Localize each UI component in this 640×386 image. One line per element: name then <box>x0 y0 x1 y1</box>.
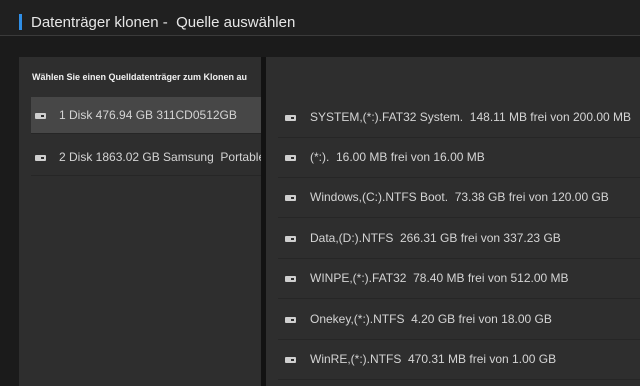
partition-item[interactable]: SYSTEM,(*:).FAT32 System. 148.11 MB frei… <box>278 98 640 138</box>
partition-label: Data,(D:).NTFS 266.31 GB frei von 337.23… <box>310 231 561 245</box>
partition-item[interactable]: Windows,(C:).NTFS Boot. 73.38 GB frei vo… <box>278 178 640 218</box>
drive-icon <box>285 195 296 201</box>
clone-disk-window: Datenträger klonen - Quelle auswählen Wä… <box>0 0 640 386</box>
source-disk-panel: Wählen Sie einen Quelldatenträger zum Kl… <box>19 57 261 386</box>
partition-label: Windows,(C:).NTFS Boot. 73.38 GB frei vo… <box>310 190 609 204</box>
drive-icon <box>285 276 296 282</box>
title-bar: Datenträger klonen - Quelle auswählen <box>0 0 640 36</box>
disk-item-2[interactable]: 2 Disk 1863.02 GB Samsung Portable <box>31 139 261 176</box>
disk-item-label: 2 Disk 1863.02 GB Samsung Portable <box>59 150 261 164</box>
partition-label: WINPE,(*:).FAT32 78.40 MB frei von 512.0… <box>310 271 569 285</box>
partition-item[interactable]: Onekey,(*:).NTFS 4.20 GB frei von 18.00 … <box>278 300 640 340</box>
drive-icon <box>285 317 296 323</box>
partition-panel: SYSTEM,(*:).FAT32 System. 148.11 MB frei… <box>266 57 640 386</box>
window-title: Datenträger klonen - Quelle auswählen <box>31 14 296 31</box>
partition-label: (*:). 16.00 MB frei von 16.00 MB <box>310 150 485 164</box>
drive-icon <box>285 357 296 363</box>
partition-item[interactable]: WINPE,(*:).FAT32 78.40 MB frei von 512.0… <box>278 259 640 299</box>
drive-icon <box>285 155 296 161</box>
disk-item-label: 1 Disk 476.94 GB 311CD0512GB <box>59 108 237 122</box>
drive-icon <box>285 115 296 121</box>
drive-icon <box>285 236 296 242</box>
partition-label: Onekey,(*:).NTFS 4.20 GB frei von 18.00 … <box>310 312 552 326</box>
drive-icon <box>35 155 46 161</box>
drive-icon <box>35 113 46 119</box>
partition-item[interactable]: Data,(D:).NTFS 266.31 GB frei von 337.23… <box>278 219 640 259</box>
disk-item-1[interactable]: 1 Disk 476.94 GB 311CD0512GB <box>31 97 261 134</box>
partition-item[interactable]: (*:). 16.00 MB frei von 16.00 MB <box>278 138 640 178</box>
partition-item[interactable]: WinRE,(*:).NTFS 470.31 MB frei von 1.00 … <box>278 340 640 380</box>
source-disk-header: Wählen Sie einen Quelldatenträger zum Kl… <box>32 72 248 82</box>
title-accent-bar <box>19 14 22 30</box>
partition-label: WinRE,(*:).NTFS 470.31 MB frei von 1.00 … <box>310 352 557 366</box>
partition-label: SYSTEM,(*:).FAT32 System. 148.11 MB frei… <box>310 110 632 124</box>
